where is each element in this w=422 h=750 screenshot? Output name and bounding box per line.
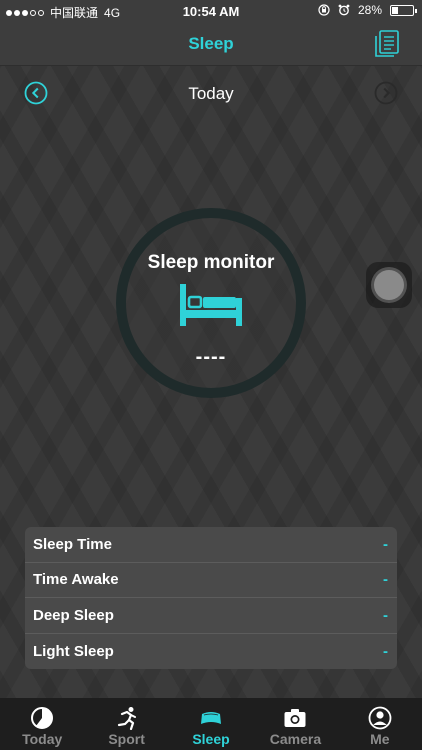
page-title: Sleep (188, 34, 234, 53)
camera-icon (284, 709, 306, 727)
sleep-monitor-title: Sleep monitor (147, 252, 275, 273)
tab-label: Today (22, 731, 63, 747)
battery-percent: 28% (357, 3, 382, 17)
assistive-touch-knob (374, 270, 404, 300)
nav-bar: Sleep (0, 22, 422, 66)
pie-chart-icon (31, 707, 54, 729)
sleep-stats-list: Sleep Time - Time Awake - Deep Sleep - L… (25, 527, 397, 669)
battery-icon (390, 4, 417, 16)
stat-label: Light Sleep (33, 642, 114, 660)
sleep-record-icon[interactable] (372, 28, 404, 60)
date-label: Today (188, 84, 234, 103)
tab-me[interactable]: Me (338, 698, 422, 750)
stat-row-light-sleep[interactable]: Light Sleep - (25, 634, 397, 670)
alarm-icon (338, 4, 350, 16)
stat-value: - (383, 606, 388, 624)
status-bar: 中国联通 4G 10:54 AM 28% (0, 0, 422, 22)
runner-icon (117, 707, 136, 730)
status-right: 28% (318, 3, 417, 17)
pillow-icon (201, 712, 222, 724)
stat-label: Deep Sleep (33, 606, 114, 624)
chevron-right-circle-icon[interactable] (374, 81, 398, 105)
stat-row-sleep-time[interactable]: Sleep Time - (25, 527, 397, 563)
orientation-lock-icon (318, 4, 330, 16)
bed-icon (180, 284, 242, 326)
tab-label: Sleep (192, 731, 230, 747)
stat-value: - (383, 535, 388, 553)
stat-label: Time Awake (33, 571, 119, 589)
assistive-touch-button[interactable] (366, 262, 412, 308)
tab-sport[interactable]: Sport (84, 698, 168, 750)
tab-sleep[interactable]: Sleep (169, 698, 253, 750)
tab-camera[interactable]: Camera (253, 698, 337, 750)
tab-bar: Today Sport Sleep Camera Me (0, 698, 422, 750)
tab-today[interactable]: Today (0, 698, 84, 750)
stat-value: - (383, 642, 388, 660)
tab-label: Sport (108, 731, 145, 747)
sleep-monitor-value: ---- (195, 346, 227, 368)
stat-row-time-awake[interactable]: Time Awake - (25, 563, 397, 598)
stat-label: Sleep Time (33, 535, 112, 553)
tab-label: Camera (269, 731, 322, 747)
tab-label: Me (370, 731, 390, 747)
date-selector: Today (0, 78, 422, 110)
user-icon (368, 706, 392, 730)
stat-row-deep-sleep[interactable]: Deep Sleep - (25, 598, 397, 634)
stat-value: - (383, 571, 388, 589)
